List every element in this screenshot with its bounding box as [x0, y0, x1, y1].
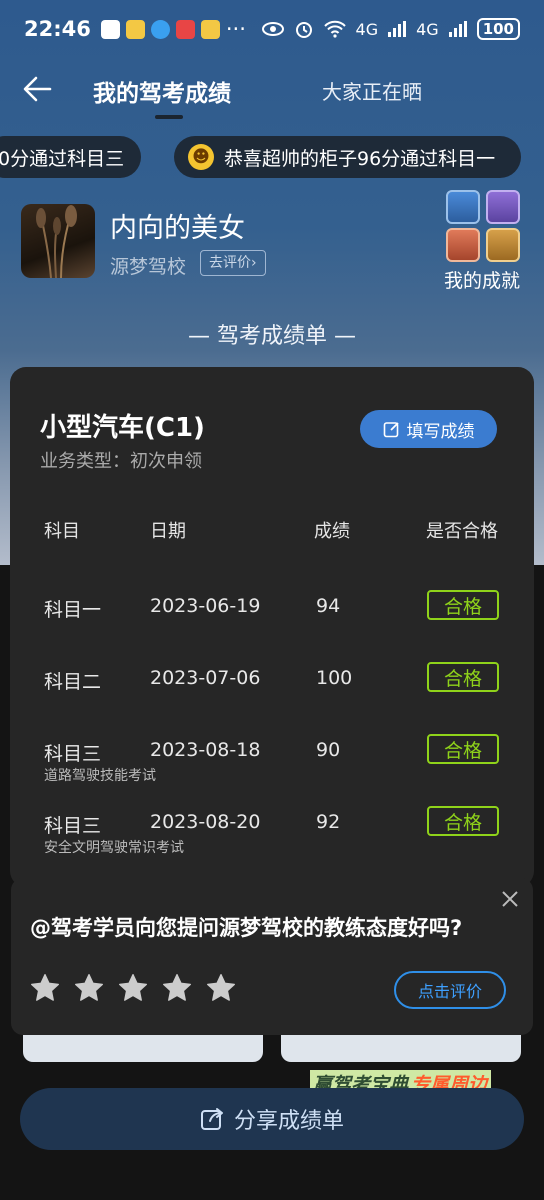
vehicle-type: 小型汽车(C1) [40, 413, 205, 443]
row-subject: 科目一 [44, 599, 102, 621]
row-subject: 科目三 [44, 815, 102, 837]
pass-badge: 合格 [427, 662, 499, 692]
notification-icons: ··· [100, 17, 246, 41]
badge-icon [486, 228, 520, 262]
ticker-item: 0分通过科目三 [0, 136, 141, 178]
pass-badge: 合格 [427, 806, 499, 836]
column-header-date: 日期 [150, 521, 186, 542]
active-tab-indicator [155, 115, 183, 119]
wifi-icon [323, 20, 346, 38]
score-card: 小型汽车(C1) 业务类型：初次申领 填写成绩 科目 日期 成绩 是否合格 科目… [10, 367, 534, 887]
column-header-pass: 是否合格 [426, 521, 498, 542]
star-icon[interactable] [205, 972, 237, 1004]
row-score: 100 [316, 667, 353, 689]
ticker-item: ☻ 恭喜超帅的柜子96分通过科目一 [174, 136, 521, 178]
status-bar: 22:46 ··· 4G 4G 100 [0, 0, 544, 58]
tab-everyone-sharing[interactable]: 大家正在晒 [322, 76, 422, 105]
column-header-score: 成绩 [314, 521, 350, 542]
badge-icon [446, 228, 480, 262]
pass-badge: 合格 [427, 734, 499, 764]
tab-my-scores[interactable]: 我的驾考成绩 [93, 74, 231, 108]
rating-popup: @驾考学员向您提问源梦驾校的教练态度好吗? 点击评价 [11, 878, 533, 1035]
star-rating[interactable] [29, 972, 237, 1004]
top-nav: 我的驾考成绩 大家正在晒 [0, 62, 544, 119]
more-notifications: ··· [225, 17, 246, 41]
back-arrow-icon[interactable] [22, 74, 52, 104]
avatar-image [36, 205, 77, 278]
share-label: 分享成绩单 [233, 1109, 344, 1134]
avatar[interactable] [21, 204, 95, 278]
ticker-text: 恭喜超帅的柜子96分通过科目一 [224, 147, 496, 170]
star-icon[interactable] [29, 972, 61, 1004]
popup-question: @驾考学员向您提问源梦驾校的教练态度好吗? [30, 916, 463, 940]
star-icon[interactable] [161, 972, 193, 1004]
star-icon[interactable] [73, 972, 105, 1004]
row-score: 92 [316, 811, 341, 833]
alarm-icon [295, 22, 312, 38]
row-subject: 科目三 [44, 743, 102, 765]
achievement-badges[interactable] [444, 188, 524, 264]
share-scores-button[interactable]: 分享成绩单 [20, 1088, 524, 1150]
row-date: 2023-06-19 [150, 595, 261, 617]
row-note: 道路驾驶技能考试 [44, 768, 156, 784]
fill-score-button[interactable]: 填写成绩 [360, 410, 497, 448]
fill-score-label: 填写成绩 [406, 421, 475, 442]
rate-school-button[interactable]: 去评价› [200, 250, 266, 276]
row-score: 90 [316, 739, 341, 761]
pass-badge: 合格 [427, 590, 499, 620]
browser-icon [150, 19, 170, 39]
grin-emoji-icon: ☻ [188, 144, 214, 170]
signal-label-1: 4G [355, 19, 379, 39]
weibo-icon [125, 19, 145, 39]
status-right: 4G 4G 100 [261, 18, 520, 40]
section-heading: — 驾考成绩单 — [188, 324, 356, 349]
edit-icon [383, 422, 399, 438]
status-time: 22:46 [24, 17, 91, 41]
weibo-icon [200, 19, 220, 39]
eye-icon [261, 22, 284, 36]
badge-icon [486, 190, 520, 224]
row-subject: 科目二 [44, 671, 102, 693]
close-icon[interactable] [499, 888, 521, 910]
rate-now-button[interactable]: 点击评价 [394, 971, 506, 1009]
signal-icon [388, 21, 407, 37]
row-date: 2023-07-06 [150, 667, 261, 689]
share-icon [200, 1108, 223, 1130]
battery-indicator: 100 [476, 18, 520, 40]
row-note: 安全文明驾驶常识考试 [44, 840, 184, 856]
app-notification-icon [100, 19, 120, 39]
ticker-text: 0分通过科目三 [0, 147, 125, 170]
business-type: 业务类型：初次申领 [40, 451, 202, 472]
user-name: 内向的美女 [110, 213, 245, 244]
signal-icon [448, 21, 467, 37]
star-icon[interactable] [117, 972, 149, 1004]
rate-school-label: 去评价 [209, 255, 251, 271]
achievements-label[interactable]: 我的成就 [444, 266, 520, 293]
news-icon [175, 19, 195, 39]
row-date: 2023-08-20 [150, 811, 261, 833]
row-score: 94 [316, 595, 341, 617]
signal-label-2: 4G [416, 19, 439, 39]
row-date: 2023-08-18 [150, 739, 261, 761]
column-header-subject: 科目 [44, 521, 80, 542]
driving-school-name: 源梦驾校 [110, 256, 187, 278]
badge-icon [446, 190, 480, 224]
